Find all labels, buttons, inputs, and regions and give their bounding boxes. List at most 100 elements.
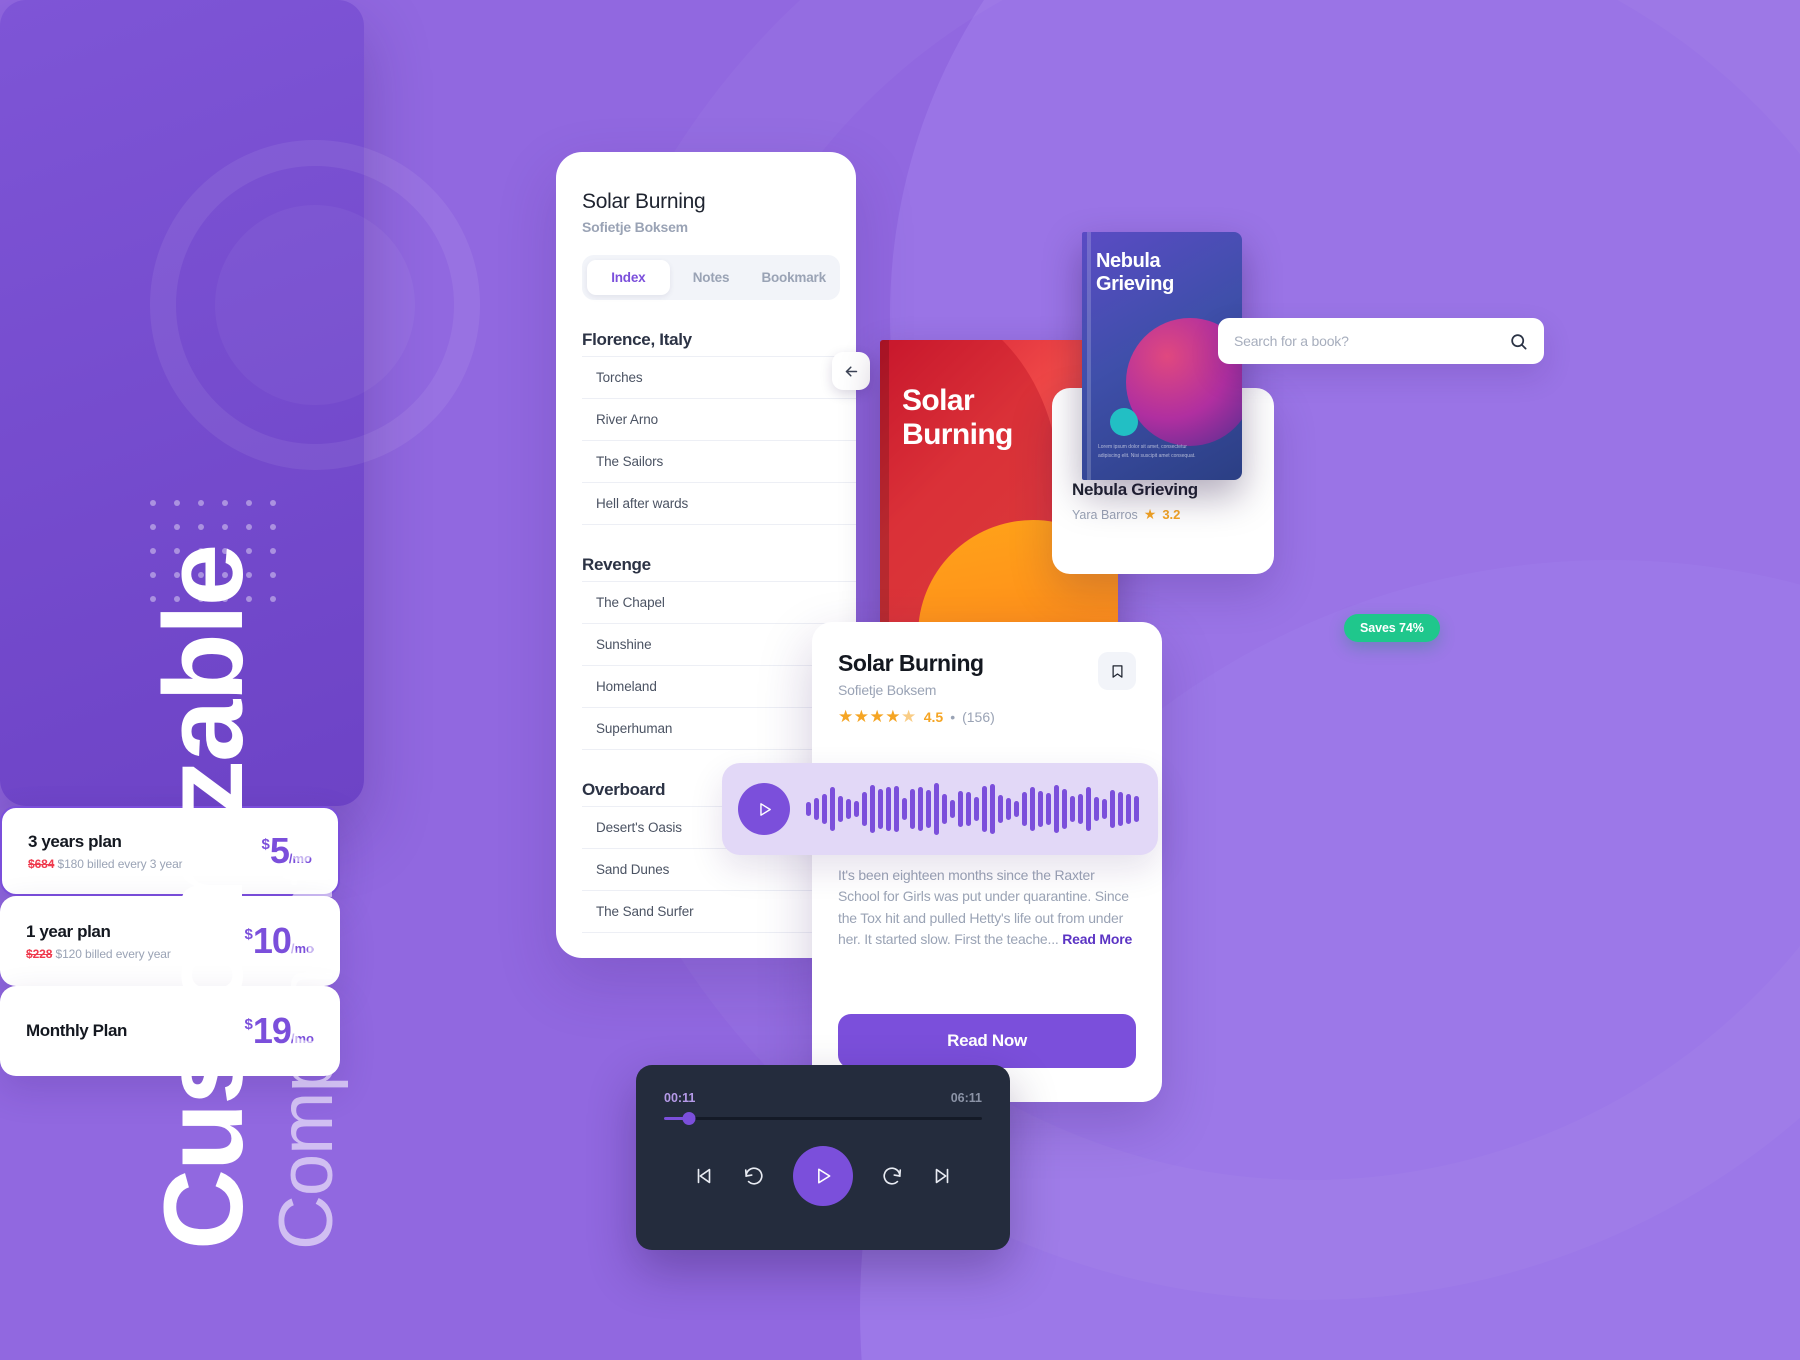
- play-icon: [818, 1168, 831, 1184]
- nebula-title: Nebula Grieving: [1072, 480, 1198, 499]
- waveform-bar: [838, 796, 843, 822]
- tab-index[interactable]: Index: [587, 260, 670, 295]
- waveform-bar: [950, 800, 955, 818]
- wave-play-button[interactable]: [738, 783, 790, 835]
- plan-name: Monthly Plan: [26, 1021, 127, 1040]
- nebula-author: Yara Barros: [1072, 507, 1138, 522]
- waveform-bar: [982, 786, 987, 832]
- waveform-bar: [974, 797, 979, 821]
- waveform-bar: [1118, 792, 1123, 826]
- cover-spine: [880, 340, 889, 640]
- waveform-bar: [830, 787, 835, 831]
- waveform-bar: [1110, 790, 1115, 828]
- background-ring-fill: [215, 205, 415, 405]
- list-item[interactable]: Hell after wards: [582, 482, 856, 525]
- overview-text: It's been eighteen months since the Raxt…: [838, 865, 1136, 950]
- waveform-bar: [814, 798, 819, 820]
- index-tabbar: Index Notes Bookmark: [582, 255, 840, 300]
- rating-separator: •: [950, 709, 956, 725]
- page-subtitle: Components: [264, 829, 349, 1250]
- waveform-bar: [1006, 798, 1011, 820]
- star-icon: ★: [1143, 506, 1157, 522]
- waveform-bar: [902, 798, 907, 820]
- read-now-button[interactable]: Read Now: [838, 1014, 1136, 1068]
- search-icon[interactable]: [1509, 332, 1528, 351]
- waveform-bars[interactable]: [806, 780, 1142, 838]
- bookmark-icon: [1112, 664, 1122, 678]
- nebula-rating: 3.2: [1162, 507, 1181, 522]
- list-item[interactable]: Torches: [582, 356, 856, 398]
- read-more-link[interactable]: Read More: [1062, 931, 1132, 947]
- waveform-bar: [910, 789, 915, 829]
- waveform-bar: [1022, 792, 1027, 826]
- cover-spine: [1087, 232, 1091, 480]
- waveform-bar: [1102, 799, 1107, 819]
- waveform-bar: [894, 786, 899, 832]
- waveform-bar: [998, 795, 1003, 823]
- skip-previous-button[interactable]: [693, 1165, 715, 1187]
- forward-icon: [883, 1167, 902, 1185]
- play-button[interactable]: [793, 1146, 853, 1206]
- tab-notes[interactable]: Notes: [670, 260, 753, 295]
- waveform-bar: [1070, 796, 1075, 822]
- detail-book-title: Solar Burning: [838, 650, 984, 676]
- index-section-title: Revenge: [582, 555, 651, 574]
- audio-player: 00:11 06:11: [636, 1065, 1010, 1250]
- waveform-bar: [990, 784, 995, 834]
- waveform-bar: [1134, 796, 1139, 822]
- review-count: (156): [962, 709, 995, 725]
- nebula-meta: Yara Barros ★ 3.2: [1072, 506, 1254, 523]
- detail-book-author: Sofietje Boksem: [838, 682, 937, 698]
- skip-next-button[interactable]: [931, 1165, 953, 1187]
- skip-previous-icon: [697, 1168, 711, 1184]
- skip-next-icon: [935, 1168, 949, 1184]
- search-input[interactable]: [1234, 333, 1509, 349]
- list-item[interactable]: The Chapel: [582, 581, 856, 623]
- waveform-audio-player: [722, 763, 1158, 855]
- waveform-bar: [1062, 789, 1067, 829]
- progress-knob[interactable]: [682, 1112, 696, 1125]
- waveform-bar: [934, 783, 939, 835]
- plan-old-price: $684: [28, 856, 55, 871]
- current-time: 00:11: [664, 1091, 696, 1105]
- arrow-left-icon: [845, 365, 857, 377]
- waveform-bar: [870, 785, 875, 833]
- list-item[interactable]: The Sailors: [582, 440, 856, 482]
- rewind-button[interactable]: [743, 1165, 765, 1187]
- index-book-title: Solar Burning: [582, 190, 706, 213]
- back-button[interactable]: [832, 352, 870, 390]
- status-badge: Saves 74%: [1344, 614, 1440, 642]
- waveform-bar: [1030, 787, 1035, 831]
- list-item[interactable]: River Arno: [582, 398, 856, 440]
- search-bar[interactable]: [1218, 318, 1544, 364]
- detail-rating-row: ★★★★★ 4.5 • (156): [838, 707, 1136, 727]
- progress-slider[interactable]: [664, 1112, 982, 1125]
- index-section-title: Florence, Italy: [582, 330, 692, 349]
- waveform-bar: [1014, 801, 1019, 817]
- showcase-canvas: Customizable Components Solar Burning So…: [0, 0, 1800, 1360]
- waveform-bar: [1038, 791, 1043, 827]
- waveform-bar: [862, 792, 867, 826]
- waveform-bar: [886, 787, 891, 831]
- forward-button[interactable]: [881, 1165, 903, 1187]
- waveform-bar: [1054, 785, 1059, 833]
- waveform-bar: [854, 801, 859, 817]
- plan-old-price: $228: [26, 946, 53, 961]
- waveform-bar: [918, 787, 923, 831]
- waveform-bar: [958, 791, 963, 827]
- index-book-author: Sofietje Boksem: [582, 219, 688, 235]
- rating-value: 4.5: [923, 709, 944, 725]
- waveform-bar: [966, 792, 971, 826]
- total-time: 06:11: [950, 1091, 982, 1105]
- play-icon: [759, 802, 771, 816]
- page-title: Customizable: [141, 545, 266, 1250]
- cover-blurb: Lorem ipsum dolor sit amet, consectetur …: [1098, 444, 1196, 459]
- waveform-bar: [1126, 794, 1131, 824]
- audio-controls: [664, 1146, 982, 1206]
- audio-time-row: 00:11 06:11: [664, 1091, 982, 1105]
- bookmark-button[interactable]: [1098, 652, 1136, 690]
- cover-title: Solar Burning: [902, 384, 1013, 451]
- waveform-bar: [926, 790, 931, 828]
- tab-bookmark[interactable]: Bookmark: [752, 260, 835, 295]
- waveform-bar: [822, 794, 827, 824]
